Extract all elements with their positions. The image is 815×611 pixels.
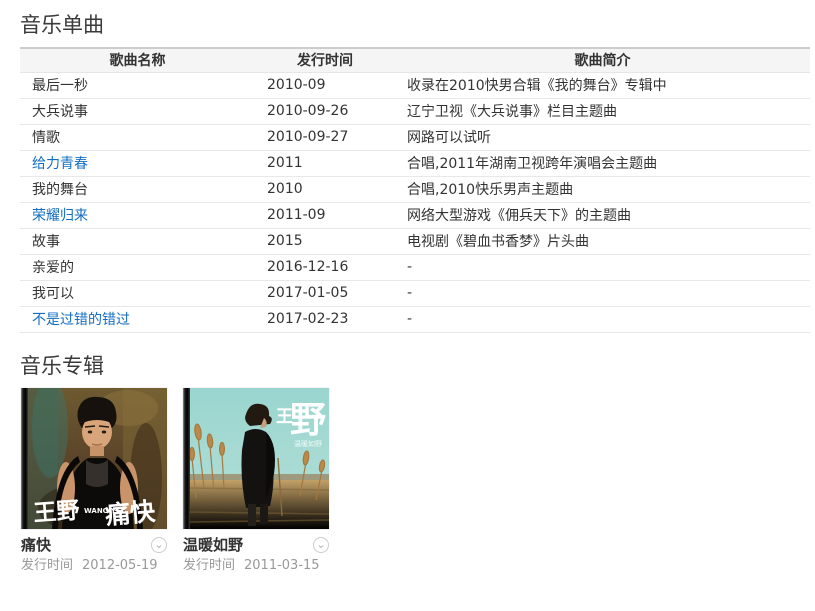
song-name-cell: 我的舞台 (20, 176, 255, 202)
song-name: 大兵说事 (32, 104, 88, 120)
release-date-cell: 2011-09 (255, 202, 395, 228)
song-name[interactable]: 荣耀归来 (32, 208, 88, 224)
album-release: 发行时间 2011-03-15 (183, 558, 329, 574)
cover-album-text: 痛快 (104, 496, 157, 528)
song-description-cell: - (395, 306, 810, 332)
song-description-cell: 收录在2010快男合辑《我的舞台》专辑中 (395, 72, 810, 98)
album-spine (21, 388, 28, 529)
table-row: 不是过错的错过 2017-02-23 - (20, 306, 810, 332)
album-card: 王 野 温暖如野 温暖如野 ⌄ 发行时间 2011-03-15 (183, 388, 329, 574)
song-name-cell: 我可以 (20, 280, 255, 306)
column-header-release-date: 发行时间 (255, 48, 395, 72)
release-label: 发行时间 (21, 558, 73, 574)
song-name: 我的舞台 (32, 182, 88, 198)
release-label: 发行时间 (183, 558, 235, 574)
release-date-cell: 2011 (255, 150, 395, 176)
table-row: 我的舞台 2010 合唱,2010快乐男声主题曲 (20, 176, 810, 202)
song-name-cell: 情歌 (20, 124, 255, 150)
singles-section: 音乐单曲 歌曲名称 发行时间 歌曲简介 最后一秒 2010-09 收录在2010… (0, 12, 815, 333)
release-date-cell: 2017-02-23 (255, 306, 395, 332)
album-cover[interactable]: 王野 WANG YE 痛快 (21, 388, 167, 529)
release-date: 2012-05-19 (82, 558, 158, 574)
song-description-cell: 辽宁卫视《大兵说事》栏目主题曲 (395, 98, 810, 124)
singles-table: 歌曲名称 发行时间 歌曲简介 最后一秒 2010-09 收录在2010快男合辑《… (20, 47, 810, 333)
album-cover-art: 王 野 温暖如野 (190, 388, 329, 529)
song-description-cell: 合唱,2011年湖南卫视跨年演唱会主题曲 (395, 150, 810, 176)
song-name-cell: 荣耀归来 (20, 202, 255, 228)
song-name-cell: 故事 (20, 228, 255, 254)
song-name[interactable]: 不是过错的错过 (32, 312, 130, 328)
album-art-wennuanruye: 王 野 温暖如野 (190, 388, 329, 529)
release-date-cell: 2010-09 (255, 72, 395, 98)
table-row: 最后一秒 2010-09 收录在2010快男合辑《我的舞台》专辑中 (20, 72, 810, 98)
table-row: 亲爱的 2016-12-16 - (20, 254, 810, 280)
cover-artist-text: 王野 (33, 497, 81, 526)
song-name: 亲爱的 (32, 260, 74, 276)
album-card: 王野 WANG YE 痛快 痛快 ⌄ 发行时间 2012-05-19 (21, 388, 167, 574)
song-description-cell: - (395, 280, 810, 306)
albums-section: 音乐专辑 (0, 353, 815, 574)
song-name[interactable]: 给力青春 (32, 156, 88, 172)
album-release: 发行时间 2012-05-19 (21, 558, 167, 574)
song-description-cell: 网路可以试听 (395, 124, 810, 150)
song-description-cell: - (395, 254, 810, 280)
album-head: 温暖如野 ⌄ (183, 536, 329, 554)
release-date-cell: 2010 (255, 176, 395, 202)
release-date-cell: 2010-09-26 (255, 98, 395, 124)
release-date-cell: 2017-01-05 (255, 280, 395, 306)
song-description-cell: 电视剧《碧血书香梦》片头曲 (395, 228, 810, 254)
song-name: 情歌 (32, 130, 60, 146)
cover-sub-text: 温暖如野 (294, 439, 322, 448)
album-cover[interactable]: 王 野 温暖如野 (183, 388, 329, 529)
album-title: 痛快 (21, 536, 51, 554)
song-description-cell: 合唱,2010快乐男声主题曲 (395, 176, 810, 202)
albums-list: 王野 WANG YE 痛快 痛快 ⌄ 发行时间 2012-05-19 (21, 388, 815, 574)
song-name-cell: 最后一秒 (20, 72, 255, 98)
song-name-cell: 不是过错的错过 (20, 306, 255, 332)
release-date-cell: 2015 (255, 228, 395, 254)
song-name: 最后一秒 (32, 78, 88, 94)
chevron-down-icon[interactable]: ⌄ (313, 537, 329, 553)
album-art-tongkuai: 王野 WANG YE 痛快 (28, 388, 167, 529)
table-row: 大兵说事 2010-09-26 辽宁卫视《大兵说事》栏目主题曲 (20, 98, 810, 124)
song-name: 我可以 (32, 286, 74, 302)
chevron-down-icon[interactable]: ⌄ (151, 537, 167, 553)
table-row: 故事 2015 电视剧《碧血书香梦》片头曲 (20, 228, 810, 254)
release-date-cell: 2010-09-27 (255, 124, 395, 150)
table-row: 荣耀归来 2011-09 网络大型游戏《佣兵天下》的主题曲 (20, 202, 810, 228)
table-row: 给力青春 2011 合唱,2011年湖南卫视跨年演唱会主题曲 (20, 150, 810, 176)
albums-section-title: 音乐专辑 (20, 353, 815, 379)
column-header-description: 歌曲简介 (395, 48, 810, 72)
release-date-cell: 2016-12-16 (255, 254, 395, 280)
column-header-song-name: 歌曲名称 (20, 48, 255, 72)
release-date: 2011-03-15 (244, 558, 320, 574)
table-header-row: 歌曲名称 发行时间 歌曲简介 (20, 48, 810, 72)
table-row: 情歌 2010-09-27 网路可以试听 (20, 124, 810, 150)
album-title: 温暖如野 (183, 536, 243, 554)
singles-section-title: 音乐单曲 (20, 12, 815, 38)
song-name-cell: 亲爱的 (20, 254, 255, 280)
song-name-cell: 大兵说事 (20, 98, 255, 124)
cover-artist-big-text: 野 (290, 400, 326, 441)
song-name-cell: 给力青春 (20, 150, 255, 176)
table-row: 我可以 2017-01-05 - (20, 280, 810, 306)
album-spine (183, 388, 190, 529)
album-head: 痛快 ⌄ (21, 536, 167, 554)
album-cover-art: 王野 WANG YE 痛快 (28, 388, 167, 529)
song-name: 故事 (32, 234, 60, 250)
song-description-cell: 网络大型游戏《佣兵天下》的主题曲 (395, 202, 810, 228)
